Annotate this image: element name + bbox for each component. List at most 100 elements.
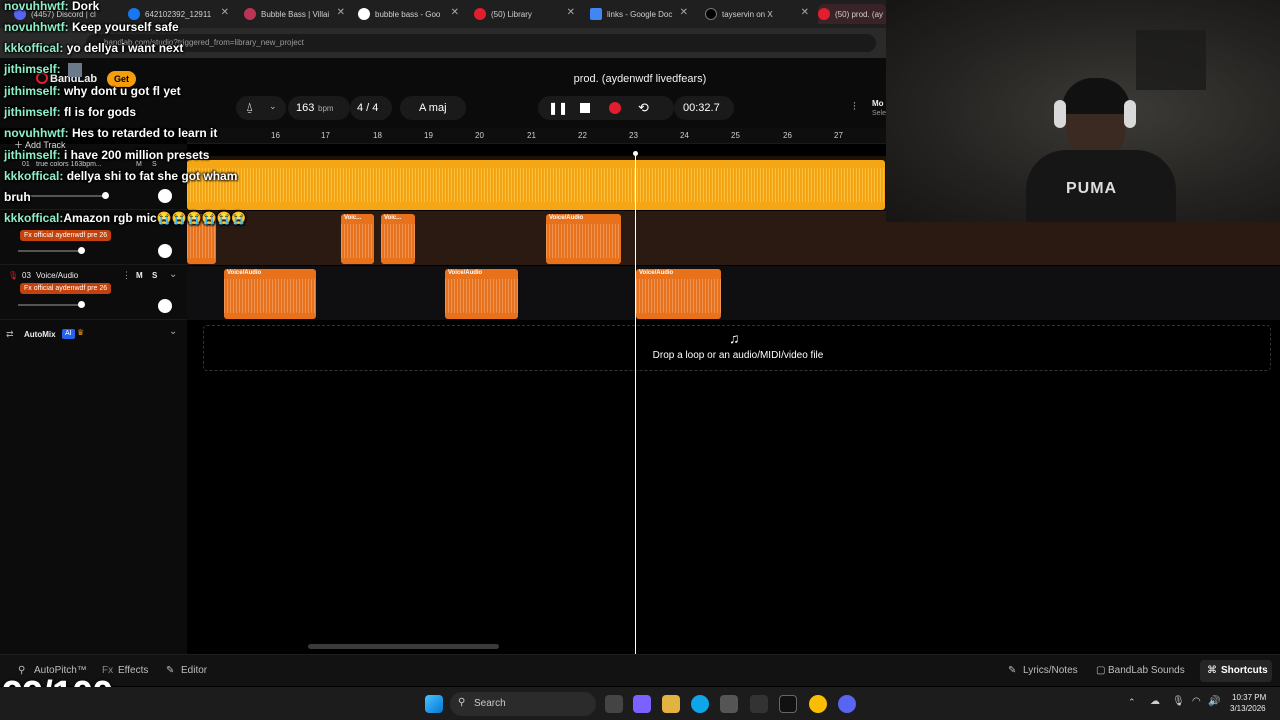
close-icon[interactable]: ✕ xyxy=(221,7,229,18)
record-icon[interactable] xyxy=(609,102,621,114)
windows-start-icon[interactable] xyxy=(425,695,443,713)
microphone-icon: 🎙 xyxy=(8,271,19,280)
audio-clip[interactable] xyxy=(187,160,885,210)
taskbar-search[interactable]: ⚲ Search xyxy=(450,692,596,716)
fx-preset-badge[interactable]: Fx official aydenwdf pre 26 xyxy=(20,283,112,294)
audio-clip[interactable]: Voice/Audio xyxy=(546,214,621,264)
mute-button[interactable]: M xyxy=(136,271,143,280)
pause-icon[interactable]: ❚❚ xyxy=(548,101,568,115)
track-header-3[interactable]: 🎙 03 Voice/Audio ⋮ M S ⌄ Fx official ayd… xyxy=(0,266,187,320)
ruler-bar: 21 xyxy=(527,131,536,140)
editor-button[interactable]: Editor xyxy=(181,665,207,676)
microphone-icon[interactable]: 🎙 xyxy=(1172,696,1185,707)
app-icon[interactable] xyxy=(779,695,797,713)
edge-icon[interactable] xyxy=(691,695,709,713)
chevron-down-icon: ⌄ xyxy=(269,101,277,111)
close-icon[interactable]: ✕ xyxy=(567,7,575,18)
solo-button[interactable]: S xyxy=(152,271,157,280)
ai-badge: AI xyxy=(62,329,75,339)
automix-row[interactable]: ⇄ AutoMix AI ♛ ⌄ xyxy=(0,324,187,346)
solo-button[interactable]: S xyxy=(152,161,157,168)
pan-knob[interactable] xyxy=(158,299,172,313)
pan-knob[interactable] xyxy=(158,244,172,258)
stop-icon[interactable] xyxy=(580,103,590,113)
shortcuts-button[interactable]: ⌘ Shortcuts xyxy=(1200,660,1272,682)
clock-time[interactable]: 10:37 PM xyxy=(1232,693,1266,702)
automix-icon: ⇄ xyxy=(6,329,14,339)
chat-message: jithimself: why dont u got fl yet xyxy=(4,84,181,98)
close-icon[interactable]: ✕ xyxy=(451,7,459,18)
chevron-up-icon[interactable]: ⌃ xyxy=(1128,697,1136,708)
sounds-icon: ▢ xyxy=(1096,665,1106,676)
fx-preset-badge[interactable]: Fx official aydenwdf pre 26 xyxy=(20,230,112,241)
close-icon[interactable]: ✕ xyxy=(680,7,688,18)
track-name[interactable]: Voice/Audio xyxy=(36,271,78,280)
lyrics-notes-button[interactable]: Lyrics/Notes xyxy=(1023,665,1078,676)
audio-clip[interactable]: Voice/Audio xyxy=(636,269,721,319)
wifi-icon[interactable]: ◠ xyxy=(1192,696,1201,707)
chevron-down-icon[interactable]: ⌄ xyxy=(169,326,177,337)
file-explorer-icon[interactable] xyxy=(662,695,680,713)
copilot-icon[interactable] xyxy=(633,695,651,713)
tab-bubble-bass[interactable]: Bubble Bass | Villai ✕ xyxy=(244,4,349,24)
volume-handle[interactable] xyxy=(78,301,85,308)
close-icon[interactable]: ✕ xyxy=(801,7,809,18)
background-object xyxy=(1136,30,1206,90)
mixer-icon[interactable]: ⫶ xyxy=(853,101,856,114)
audio-clip[interactable]: Voic... xyxy=(341,214,374,264)
track-name[interactable]: true colors 163bpm... xyxy=(36,161,116,168)
clip-label: Voic... xyxy=(344,215,362,221)
waveform xyxy=(341,224,374,258)
audio-clip[interactable]: Voice/Audio xyxy=(445,269,518,319)
bandlab-sounds-button[interactable]: BandLab Sounds xyxy=(1108,665,1185,676)
playhead[interactable] xyxy=(635,152,636,654)
pan-knob[interactable] xyxy=(158,189,172,203)
x-icon xyxy=(705,8,717,20)
volume-slider[interactable] xyxy=(18,304,82,306)
drop-zone[interactable]: ♫ Drop a loop or an audio/MIDI/video fil… xyxy=(203,325,1271,371)
close-icon[interactable]: ✕ xyxy=(337,7,345,18)
chat-username: jithimself: xyxy=(4,148,61,162)
url-field[interactable]: bandlab.com/studio?triggered_from=librar… xyxy=(86,34,876,52)
chrome-icon[interactable] xyxy=(809,695,827,713)
tab-x[interactable]: tayservin on X ✕ xyxy=(705,4,813,24)
mixer-label[interactable]: Mo xyxy=(872,99,884,108)
bpm-unit: bpm xyxy=(318,104,334,113)
chat-username: jithimself: xyxy=(4,105,61,119)
volume-icon[interactable]: 🔊 xyxy=(1208,696,1220,707)
chevron-down-icon[interactable]: ⌄ xyxy=(169,269,177,280)
store-icon[interactable] xyxy=(720,695,738,713)
volume-slider[interactable] xyxy=(18,250,82,252)
metronome-button[interactable]: ⍙ ⌄ xyxy=(236,96,286,120)
volume-handle[interactable] xyxy=(102,192,109,199)
metronome-icon: ⍙ xyxy=(246,100,254,114)
more-icon[interactable]: ⋮ xyxy=(122,270,131,281)
task-view-icon[interactable] xyxy=(605,695,623,713)
audio-clip[interactable]: Voic... xyxy=(381,214,415,264)
playhead-handle[interactable] xyxy=(633,151,638,156)
track-lane-3[interactable]: Voice/Audio Voice/Audio Voice/Audio xyxy=(187,266,1280,320)
chat-text: Hes to retarded to learn it xyxy=(72,126,218,140)
discord-icon[interactable] xyxy=(838,695,856,713)
chat-text: Dork xyxy=(72,0,100,13)
tab-active-project[interactable]: (50) prod. (ay xyxy=(818,4,886,24)
clock-date[interactable]: 3/13/2026 xyxy=(1230,704,1266,713)
mute-button[interactable]: M xyxy=(136,161,142,168)
app-icon[interactable] xyxy=(750,695,768,713)
bandlab-icon xyxy=(474,8,486,20)
tab-google-doc[interactable]: links - Google Doc ✕ xyxy=(590,4,692,24)
audio-clip[interactable]: Voice/Audio xyxy=(224,269,316,319)
crown-icon: ♛ xyxy=(77,328,85,337)
key-field[interactable]: A maj xyxy=(400,96,466,120)
chat-message: kkkoffical:Amazon rgb mic😭😭😭😭😭😭 xyxy=(4,211,246,225)
tempo-field[interactable]: 163 bpm xyxy=(288,96,350,120)
tab-google-search[interactable]: bubble bass - Goo ✕ xyxy=(358,4,463,24)
effects-button[interactable]: Effects xyxy=(118,665,148,676)
chat-username: kkkoffical: xyxy=(4,169,64,183)
horizontal-scrollbar[interactable] xyxy=(308,644,499,649)
loop-icon[interactable]: ⟲ xyxy=(638,100,649,116)
tray-icon[interactable]: ☁ xyxy=(1150,696,1160,707)
volume-handle[interactable] xyxy=(78,247,85,254)
time-signature-field[interactable]: 4 / 4 xyxy=(350,96,392,120)
tab-library[interactable]: (50) Library ✕ xyxy=(474,4,579,24)
